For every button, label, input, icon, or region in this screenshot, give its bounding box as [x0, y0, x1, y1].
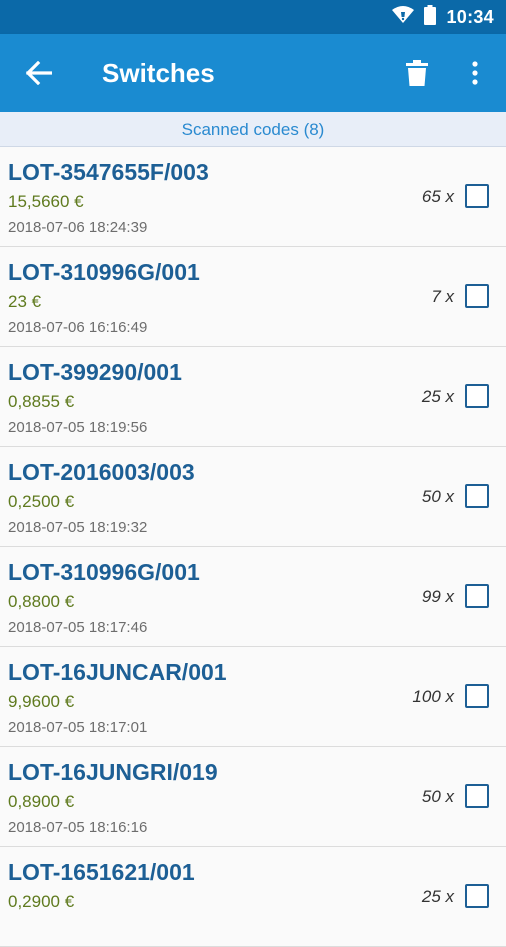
wifi-icon [392, 5, 415, 29]
item-price: 0,8800 € [8, 592, 75, 611]
item-code: LOT-399290/001 [8, 359, 182, 385]
clock: 10:34 [446, 6, 494, 27]
list-item[interactable]: LOT-399290/001 0,8855 € 2018-07-05 18:19… [0, 347, 506, 447]
item-quantity: 65 x [421, 187, 454, 206]
item-code: LOT-16JUNGRI/019 [8, 759, 218, 785]
delete-button[interactable] [400, 56, 434, 90]
item-price: 0,2500 € [8, 492, 75, 511]
item-quantity: 7 x [431, 287, 454, 306]
list-item[interactable]: LOT-2016003/003 0,2500 € 2018-07-05 18:1… [0, 447, 506, 547]
item-date: 2018-07-06 18:24:39 [8, 219, 148, 236]
status-bar: 10:34 [0, 0, 506, 34]
item-quantity: 50 x [421, 487, 454, 506]
list-item[interactable]: LOT-310996G/001 23 € 2018-07-06 16:16:49… [0, 247, 506, 347]
list-item[interactable]: LOT-16JUNGRI/019 0,8900 € 2018-07-05 18:… [0, 747, 506, 847]
item-date: 2018-07-05 18:19:56 [8, 419, 148, 436]
scanned-codes-list: LOT-3547655F/003 15,5660 € 2018-07-06 18… [0, 147, 506, 947]
item-date: 2018-07-05 18:17:01 [8, 719, 148, 736]
item-date: 2018-07-05 18:19:32 [8, 519, 148, 536]
item-checkbox[interactable] [465, 584, 489, 608]
item-price: 0,8900 € [8, 792, 75, 811]
item-date: 2018-07-06 16:16:49 [8, 319, 148, 336]
overflow-menu-button[interactable] [460, 56, 490, 90]
item-quantity: 100 x [412, 687, 454, 706]
item-code: LOT-310996G/001 [8, 259, 200, 285]
item-price: 0,8855 € [8, 392, 75, 411]
item-price: 9,9600 € [8, 692, 75, 711]
item-quantity: 50 x [421, 787, 454, 806]
item-date: 2018-07-05 18:16:16 [8, 819, 148, 836]
scanned-codes-header: Scanned codes (8) [0, 112, 506, 147]
list-item[interactable]: LOT-16JUNCAR/001 9,9600 € 2018-07-05 18:… [0, 647, 506, 747]
item-quantity: 25 x [421, 387, 454, 406]
list-item[interactable]: LOT-1651621/001 0,2900 € 25 x [0, 847, 506, 947]
item-checkbox[interactable] [465, 184, 489, 208]
page-title: Switches [102, 58, 215, 88]
trash-icon [406, 60, 428, 86]
item-quantity: 99 x [421, 587, 454, 606]
item-code: LOT-310996G/001 [8, 559, 200, 585]
item-price: 0,2900 € [8, 892, 75, 911]
item-price: 15,5660 € [8, 192, 84, 211]
item-checkbox[interactable] [465, 484, 489, 508]
item-code: LOT-16JUNCAR/001 [8, 659, 227, 685]
item-checkbox[interactable] [465, 684, 489, 708]
arrow-back-icon [26, 61, 52, 85]
item-code: LOT-2016003/003 [8, 459, 195, 485]
item-checkbox[interactable] [465, 284, 489, 308]
item-quantity: 25 x [421, 887, 454, 906]
item-price: 23 € [8, 292, 42, 311]
item-date: 2018-07-05 18:17:46 [8, 619, 148, 636]
item-checkbox[interactable] [465, 884, 489, 908]
battery-icon [424, 4, 437, 30]
list-item[interactable]: LOT-3547655F/003 15,5660 € 2018-07-06 18… [0, 147, 506, 247]
more-vertical-icon [472, 61, 478, 85]
item-code: LOT-3547655F/003 [8, 159, 209, 185]
item-checkbox[interactable] [465, 784, 489, 808]
app-bar: Switches [0, 34, 506, 112]
item-code: LOT-1651621/001 [8, 859, 195, 885]
list-item[interactable]: LOT-310996G/001 0,8800 € 2018-07-05 18:1… [0, 547, 506, 647]
back-button[interactable] [22, 56, 56, 90]
item-checkbox[interactable] [465, 384, 489, 408]
